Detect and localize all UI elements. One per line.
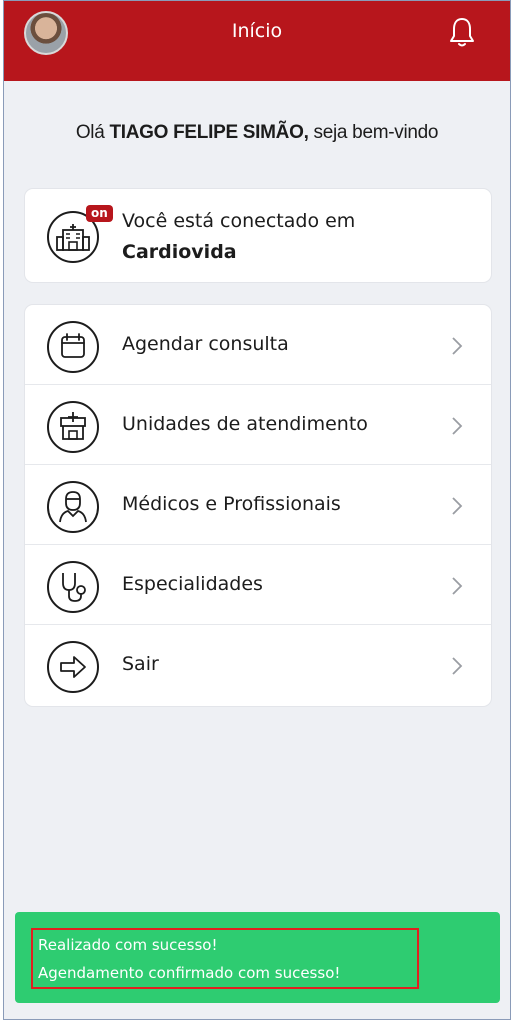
welcome-message: Olá TIAGO FELIPE SIMÃO, seja bem-vindo [4, 122, 510, 144]
connection-label: Você está conectado em [122, 210, 356, 232]
menu-item-unidades[interactable]: Unidades de atendimento [25, 385, 491, 465]
toast-title: Realizado com sucesso! [38, 936, 218, 954]
menu-item-sair[interactable]: Sair [25, 625, 491, 705]
doctor-icon [47, 481, 99, 533]
top-app-bar: Início [4, 1, 510, 81]
menu-item-label: Médicos e Profissionais [122, 493, 341, 515]
toast-message: Agendamento confirmado com sucesso! [38, 964, 341, 982]
app-frame: Início Olá TIAGO FELIPE SIMÃO, seja bem-… [3, 0, 511, 1020]
calendar-icon [47, 321, 99, 373]
clinic-name: Cardiovida [122, 241, 237, 263]
success-toast[interactable]: Realizado com sucesso! Agendamento confi… [15, 912, 500, 1003]
chevron-right-icon [452, 497, 463, 515]
clinic-building-icon [47, 401, 99, 453]
menu-item-label: Especialidades [122, 573, 263, 595]
menu-item-label: Agendar consulta [122, 333, 289, 355]
menu-item-agendar-consulta[interactable]: Agendar consulta [25, 305, 491, 385]
welcome-prefix: Olá [75, 122, 110, 143]
stethoscope-icon [47, 561, 99, 613]
main-menu: Agendar consulta Unidades de atendimento… [25, 305, 491, 706]
chevron-right-icon [452, 417, 463, 435]
toast-highlight: Realizado com sucesso! Agendamento confi… [31, 928, 419, 989]
welcome-suffix: seja bem-vindo [308, 122, 439, 143]
status-badge: on [86, 205, 113, 222]
chevron-right-icon [452, 657, 463, 675]
chevron-right-icon [452, 337, 463, 355]
arrow-right-icon [47, 641, 99, 693]
menu-item-label: Sair [122, 653, 159, 675]
bell-icon[interactable] [448, 16, 476, 48]
menu-item-especialidades[interactable]: Especialidades [25, 545, 491, 625]
page-title: Início [231, 20, 283, 42]
menu-item-label: Unidades de atendimento [122, 413, 368, 435]
connection-card: on Você está conectado em Cardiovida [25, 189, 491, 282]
user-name: TIAGO FELIPE SIMÃO, [109, 122, 309, 143]
chevron-right-icon [452, 577, 463, 595]
menu-item-medicos[interactable]: Médicos e Profissionais [25, 465, 491, 545]
